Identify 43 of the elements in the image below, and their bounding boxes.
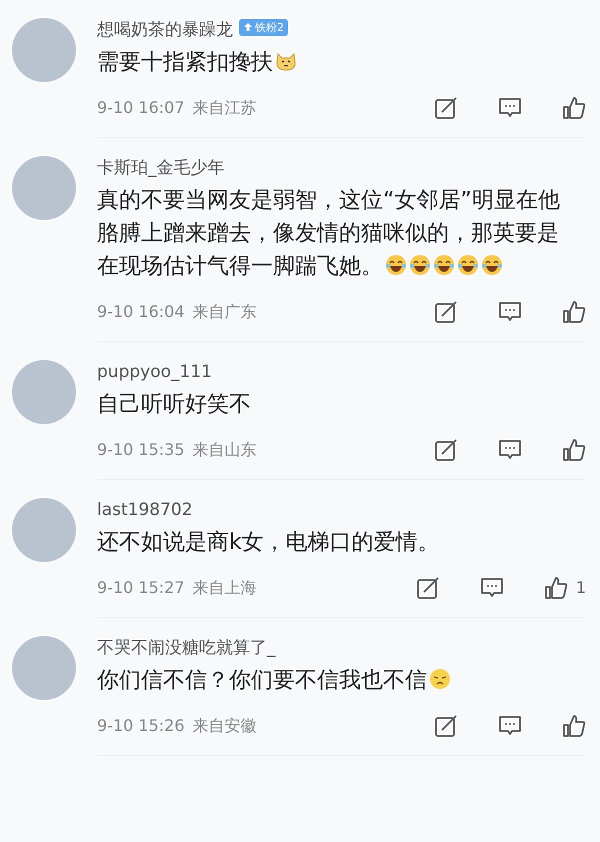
comment-button[interactable] bbox=[498, 438, 522, 462]
comment-time: 9-10 15:35 bbox=[97, 439, 185, 461]
comment-button[interactable] bbox=[480, 576, 504, 600]
cat-emoji-icon bbox=[275, 50, 297, 72]
comment-time: 9-10 15:26 bbox=[97, 715, 185, 737]
comment-time: 9-10 16:07 bbox=[97, 97, 185, 119]
comment-button[interactable] bbox=[498, 714, 522, 738]
comment-time: 9-10 16:04 bbox=[97, 301, 185, 323]
like-button[interactable]: 1 bbox=[544, 576, 586, 600]
tired-emoji-icon bbox=[429, 668, 451, 690]
comment-location: 来自安徽 bbox=[192, 715, 257, 737]
share-button[interactable] bbox=[434, 300, 458, 324]
share-button[interactable] bbox=[416, 576, 440, 600]
username[interactable]: last198702 bbox=[97, 500, 193, 520]
comment-text: 需要十指紧扣搀扶 bbox=[97, 46, 575, 79]
comment-button[interactable] bbox=[498, 300, 522, 324]
username[interactable]: 不哭不闹没糖吃就算了_ bbox=[97, 638, 276, 658]
laughing-emoji-icon bbox=[457, 254, 479, 276]
username[interactable]: puppyoo_111 bbox=[97, 362, 212, 382]
share-button[interactable] bbox=[434, 438, 458, 462]
like-button[interactable] bbox=[562, 96, 586, 120]
comment-text: 还不如说是商k女，电梯口的爱情。 bbox=[97, 529, 441, 557]
like-button[interactable] bbox=[562, 714, 586, 738]
comment-text: 真的不要当网友是弱智，这位“女邻居”明显在他胳膊上蹭来蹭去，像发情的猫咪似的，那英要是在现场估计气得一脚踹飞她。 bbox=[97, 187, 561, 281]
share-button[interactable] bbox=[434, 714, 458, 738]
comment-time: 9-10 15:27 bbox=[97, 577, 185, 599]
comment-location: 来自山东 bbox=[192, 439, 257, 461]
laughing-emoji-icon bbox=[409, 254, 431, 276]
laughing-emoji-icon bbox=[481, 254, 503, 276]
share-button[interactable] bbox=[434, 96, 458, 120]
laughing-emoji-icon bbox=[433, 254, 455, 276]
comment-location: 来自江苏 bbox=[192, 97, 257, 119]
comment-location: 来自上海 bbox=[192, 577, 257, 599]
comment-text: 你们信不信？你们要不信我也不信 bbox=[97, 664, 575, 697]
username[interactable]: 卡斯珀_金毛少年 bbox=[97, 158, 224, 178]
username[interactable]: 想喝奶茶的暴躁龙 bbox=[97, 20, 233, 40]
fan-badge: 铁粉2 bbox=[239, 18, 288, 36]
comment-button[interactable] bbox=[498, 96, 522, 120]
like-button[interactable] bbox=[562, 438, 586, 462]
like-button[interactable] bbox=[562, 300, 586, 324]
comment-location: 来自广东 bbox=[192, 301, 257, 323]
laughing-emoji-icon bbox=[385, 254, 407, 276]
comment-text: 自己听听好笑不 bbox=[97, 391, 252, 419]
